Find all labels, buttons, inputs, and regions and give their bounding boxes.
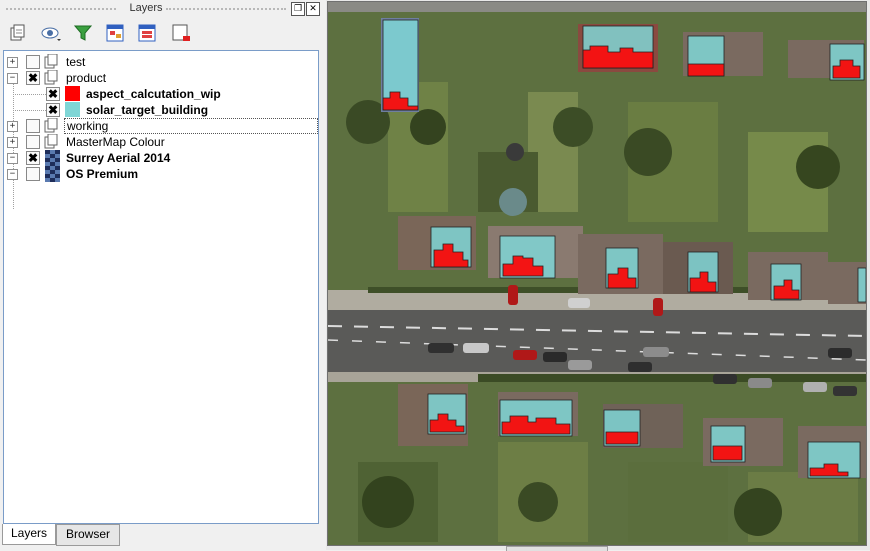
group-icon bbox=[44, 69, 58, 85]
layer-row-os-premium[interactable]: − OS Premium bbox=[4, 166, 318, 182]
panel-titlebar[interactable]: Layers ❐ ✕ bbox=[0, 0, 326, 18]
group-icon bbox=[44, 133, 58, 149]
map-canvas[interactable] bbox=[327, 1, 867, 546]
visibility-checkbox[interactable] bbox=[26, 167, 40, 181]
layer-row-test[interactable]: + test bbox=[4, 53, 318, 70]
visibility-checkbox[interactable] bbox=[26, 119, 40, 133]
filter-icon[interactable] bbox=[72, 22, 94, 44]
layer-label: MasterMap Colour bbox=[66, 135, 165, 149]
collapse-toggle[interactable]: − bbox=[7, 73, 18, 84]
visibility-checkbox[interactable] bbox=[26, 55, 40, 69]
raster-layer-icon bbox=[45, 166, 60, 182]
layer-label: working bbox=[64, 118, 318, 134]
aerial-map[interactable] bbox=[328, 2, 866, 545]
layer-label: test bbox=[66, 55, 86, 69]
symbol-swatch bbox=[65, 86, 80, 101]
panel-tabs: Layers Browser bbox=[0, 524, 326, 550]
expand-toggle[interactable]: + bbox=[7, 137, 18, 148]
layer-tree[interactable]: + test − ✖ product ✖ aspect_calcutation_… bbox=[3, 50, 319, 524]
layer-row-working[interactable]: + working bbox=[4, 117, 318, 134]
visibility-checkbox[interactable] bbox=[26, 135, 40, 149]
float-button[interactable]: ❐ bbox=[291, 2, 305, 16]
panel-title: Layers bbox=[129, 2, 163, 14]
expand-all-icon[interactable] bbox=[104, 22, 126, 44]
layers-toolbar bbox=[0, 18, 326, 48]
expand-toggle[interactable]: + bbox=[7, 57, 18, 68]
collapse-toggle[interactable]: − bbox=[7, 153, 18, 164]
layer-label: Surrey Aerial 2014 bbox=[66, 151, 171, 165]
layer-label: aspect_calcutation_wip bbox=[86, 87, 221, 101]
layer-row-solar-target-building[interactable]: ✖ solar_target_building bbox=[4, 102, 318, 118]
layer-label: solar_target_building bbox=[86, 103, 209, 117]
layer-row-aspect-calcutation-wip[interactable]: ✖ aspect_calcutation_wip bbox=[4, 86, 318, 102]
visibility-checkbox[interactable]: ✖ bbox=[26, 151, 40, 165]
layer-row-product[interactable]: − ✖ product bbox=[4, 69, 318, 86]
visibility-checkbox[interactable]: ✖ bbox=[46, 103, 60, 117]
eye-icon[interactable] bbox=[40, 22, 62, 44]
group-icon bbox=[44, 117, 58, 133]
collapse-all-icon[interactable] bbox=[136, 22, 158, 44]
tab-layers[interactable]: Layers bbox=[2, 524, 56, 545]
map-canvas-area bbox=[326, 0, 870, 551]
layer-label: product bbox=[66, 71, 107, 85]
layer-label: OS Premium bbox=[66, 167, 139, 181]
add-group-icon[interactable] bbox=[6, 22, 28, 44]
close-button[interactable]: ✕ bbox=[306, 2, 320, 16]
collapse-toggle[interactable]: − bbox=[7, 169, 18, 180]
raster-layer-icon bbox=[45, 150, 60, 166]
layers-panel: Layers ❐ ✕ + test − ✖ product ✖ aspect_c… bbox=[0, 0, 326, 550]
layer-row-mastermap-colour[interactable]: + MasterMap Colour bbox=[4, 133, 318, 150]
layer-row-surrey-aerial-2014[interactable]: − ✖ Surrey Aerial 2014 bbox=[4, 150, 318, 166]
symbol-swatch bbox=[65, 102, 80, 117]
visibility-checkbox[interactable]: ✖ bbox=[26, 71, 40, 85]
remove-layer-icon[interactable] bbox=[170, 22, 192, 44]
group-icon bbox=[44, 53, 58, 69]
map-scroll-handle[interactable] bbox=[506, 546, 608, 551]
tab-browser[interactable]: Browser bbox=[56, 524, 120, 546]
visibility-checkbox[interactable]: ✖ bbox=[46, 87, 60, 101]
expand-toggle[interactable]: + bbox=[7, 121, 18, 132]
